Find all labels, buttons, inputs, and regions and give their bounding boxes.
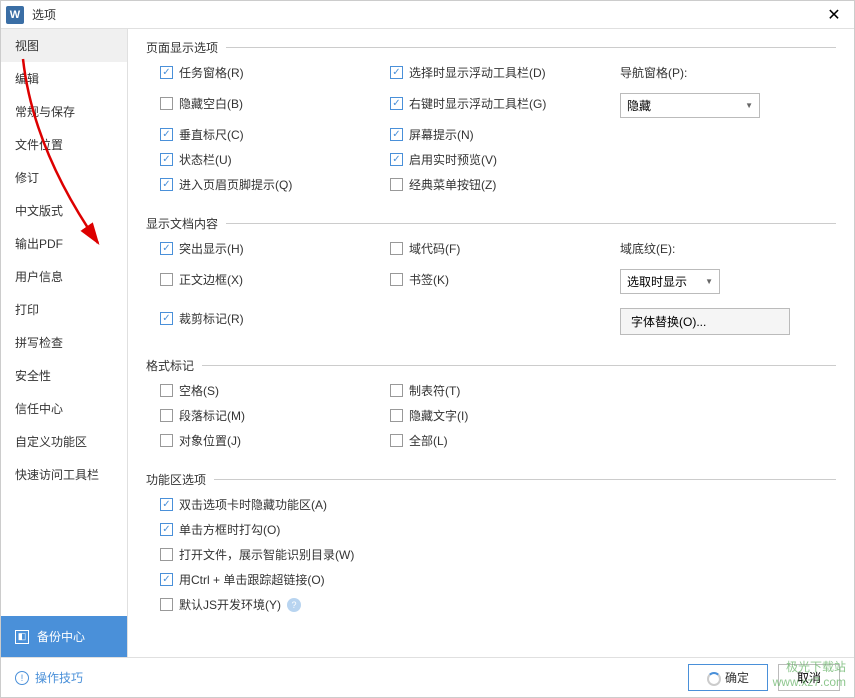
checkbox-opensmart[interactable] bbox=[160, 548, 173, 561]
checkbox-cropmark[interactable]: ✓ bbox=[160, 312, 173, 325]
dropdown-arrow-icon: ▼ bbox=[745, 101, 753, 110]
checkbox-vruler[interactable]: ✓ bbox=[160, 128, 173, 141]
window-title: 选项 bbox=[32, 6, 56, 23]
sidebar-item-view[interactable]: 视图 bbox=[1, 29, 127, 62]
cancel-button[interactable]: 取消 bbox=[778, 664, 840, 691]
checkbox-clickcheck[interactable]: ✓ bbox=[160, 523, 173, 536]
loading-icon bbox=[707, 672, 721, 686]
checkbox-taskpane[interactable]: ✓ bbox=[160, 66, 173, 79]
section-page-display: 页面显示选项 ✓任务窗格(R) ✓选择时显示浮动工具栏(D) 导航窗格(P): … bbox=[146, 39, 836, 201]
checkbox-textborder[interactable] bbox=[160, 273, 173, 286]
checkbox-all[interactable] bbox=[390, 434, 403, 447]
nav-pane-label: 导航窗格(P): bbox=[620, 64, 790, 81]
legend-ribbon: 功能区选项 bbox=[146, 471, 214, 488]
section-format-mark: 格式标记 空格(S) 制表符(T) 段落标记(M) 隐藏文字(I) 对象位置(J… bbox=[146, 357, 836, 457]
checkbox-headerfooter[interactable]: ✓ bbox=[160, 178, 173, 191]
content-panel: 页面显示选项 ✓任务窗格(R) ✓选择时显示浮动工具栏(D) 导航窗格(P): … bbox=[128, 29, 854, 657]
checkbox-hideblank[interactable] bbox=[160, 97, 173, 110]
checkbox-statusbar[interactable]: ✓ bbox=[160, 153, 173, 166]
checkbox-ctrllink[interactable]: ✓ bbox=[160, 573, 173, 586]
checkbox-hiddentext[interactable] bbox=[390, 409, 403, 422]
font-replace-button[interactable]: 字体替换(O)... bbox=[620, 308, 790, 335]
sidebar-item-print[interactable]: 打印 bbox=[1, 293, 127, 326]
checkbox-tab[interactable] bbox=[390, 384, 403, 397]
checkbox-jsdev[interactable] bbox=[160, 598, 173, 611]
legend-format-mark: 格式标记 bbox=[146, 357, 202, 374]
close-button[interactable]: ✕ bbox=[814, 1, 854, 29]
sidebar-item-quickaccess[interactable]: 快速访问工具栏 bbox=[1, 458, 127, 491]
backup-icon: ◧ bbox=[15, 630, 29, 644]
sidebar-item-filelocation[interactable]: 文件位置 bbox=[1, 128, 127, 161]
app-icon: W bbox=[6, 6, 24, 24]
sidebar-item-spellcheck[interactable]: 拼写检查 bbox=[1, 326, 127, 359]
section-ribbon: 功能区选项 ✓双击选项卡时隐藏功能区(A) ✓单击方框时打勾(O) 打开文件，展… bbox=[146, 471, 836, 621]
checkbox-objpos[interactable] bbox=[160, 434, 173, 447]
section-doc-content: 显示文档内容 ✓突出显示(H) 域代码(F) 域底纹(E): 正文边框(X) 书… bbox=[146, 215, 836, 343]
info-icon[interactable]: ? bbox=[287, 598, 301, 612]
checkbox-paramark[interactable] bbox=[160, 409, 173, 422]
checkbox-rightfloat[interactable]: ✓ bbox=[390, 97, 403, 110]
sidebar-item-edit[interactable]: 编辑 bbox=[1, 62, 127, 95]
sidebar-item-pdf[interactable]: 输出PDF bbox=[1, 227, 127, 260]
checkbox-fieldcode[interactable] bbox=[390, 242, 403, 255]
checkbox-space[interactable] bbox=[160, 384, 173, 397]
checkbox-screentip[interactable]: ✓ bbox=[390, 128, 403, 141]
sidebar-item-revision[interactable]: 修订 bbox=[1, 161, 127, 194]
titlebar: W 选项 ✕ bbox=[1, 1, 854, 29]
backup-button[interactable]: ◧ 备份中心 bbox=[1, 616, 127, 657]
checkbox-highlight[interactable]: ✓ bbox=[160, 242, 173, 255]
checkbox-livepreview[interactable]: ✓ bbox=[390, 153, 403, 166]
sidebar: 视图 编辑 常规与保存 文件位置 修订 中文版式 输出PDF 用户信息 打印 拼… bbox=[1, 29, 128, 657]
sidebar-item-chinese[interactable]: 中文版式 bbox=[1, 194, 127, 227]
sidebar-item-userinfo[interactable]: 用户信息 bbox=[1, 260, 127, 293]
checkbox-classicmenu[interactable] bbox=[390, 178, 403, 191]
tips-icon: ! bbox=[15, 671, 29, 685]
checkbox-dblhide[interactable]: ✓ bbox=[160, 498, 173, 511]
backup-label: 备份中心 bbox=[37, 628, 85, 645]
shading-select[interactable]: 选取时显示▼ bbox=[620, 269, 720, 294]
checkbox-selectfloat[interactable]: ✓ bbox=[390, 66, 403, 79]
sidebar-item-security[interactable]: 安全性 bbox=[1, 359, 127, 392]
checkbox-bookmark[interactable] bbox=[390, 273, 403, 286]
nav-pane-select[interactable]: 隐藏▼ bbox=[620, 93, 760, 118]
footer: ! 操作技巧 确定 取消 bbox=[1, 657, 854, 697]
legend-doc-content: 显示文档内容 bbox=[146, 215, 226, 232]
sidebar-item-trust[interactable]: 信任中心 bbox=[1, 392, 127, 425]
ok-button[interactable]: 确定 bbox=[688, 664, 768, 691]
dropdown-arrow-icon: ▼ bbox=[705, 277, 713, 286]
sidebar-item-general[interactable]: 常规与保存 bbox=[1, 95, 127, 128]
shading-label: 域底纹(E): bbox=[620, 240, 790, 257]
tips-link[interactable]: ! 操作技巧 bbox=[15, 669, 83, 686]
legend-page-display: 页面显示选项 bbox=[146, 39, 226, 56]
sidebar-item-customribbon[interactable]: 自定义功能区 bbox=[1, 425, 127, 458]
